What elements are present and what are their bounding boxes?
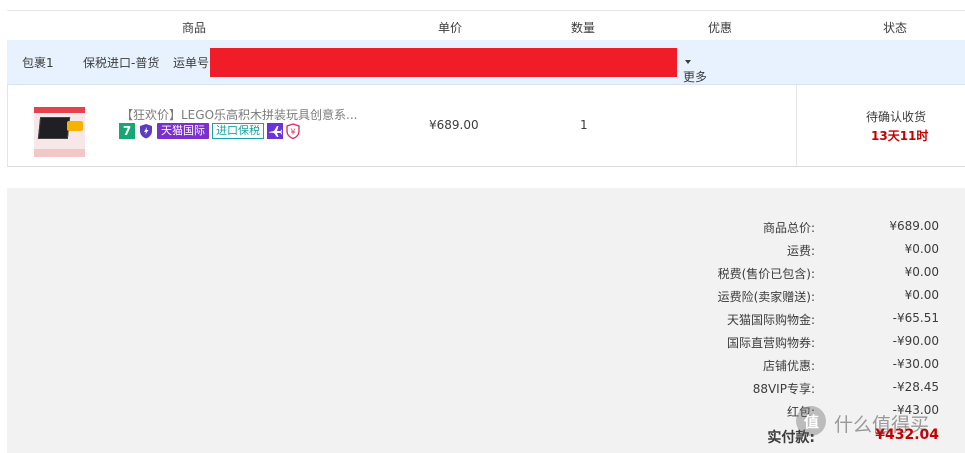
col-status-header: 状态	[882, 21, 908, 35]
yen-shield-icon: ¥	[286, 123, 300, 139]
summary-label: 运费险(卖家赠送):	[717, 290, 815, 304]
summary-row: 店铺优惠: -¥30.00	[7, 357, 965, 377]
site-watermark: 值 什么值得买	[796, 404, 964, 450]
thumbnail-bottom	[34, 149, 85, 157]
col-product-header: 商品	[181, 21, 207, 35]
summary-value: -¥65.51	[892, 311, 939, 325]
shipping-type: 保税进口-普货	[83, 56, 160, 70]
summary-label: 88VIP专享:	[752, 382, 815, 396]
watermark-logo-text: 值	[804, 413, 820, 431]
summary-label: 店铺优惠:	[762, 359, 815, 373]
shield-check-icon	[140, 124, 152, 139]
summary-value: ¥0.00	[904, 242, 939, 256]
watermark-logo-icon: 值	[796, 406, 826, 436]
summary-label: 商品总价:	[762, 221, 815, 235]
summary-row: 商品总价: ¥689.00	[7, 219, 965, 239]
summary-label: 天猫国际购物金:	[726, 313, 815, 327]
tracking-number-redaction	[210, 48, 677, 77]
order-status: 待确认收货	[866, 110, 927, 124]
more-label: 更多	[683, 70, 708, 84]
col-qty-header: 数量	[570, 21, 596, 35]
summary-row: 运费: ¥0.00	[7, 242, 965, 262]
thumbnail-product-box	[37, 117, 71, 139]
thumbnail-tag	[67, 121, 83, 131]
product-title-link[interactable]: 【狂欢价】LEGO乐高积木拼装玩具创意系...	[121, 106, 357, 123]
tmall-global-badge: 天猫国际	[157, 123, 209, 139]
col-price-header: 单价	[437, 21, 463, 35]
summary-label: 运费:	[786, 244, 815, 258]
bonded-import-badge: 进口保税	[212, 123, 264, 139]
unit-price: ¥689.00	[429, 118, 479, 132]
thumbnail-strip	[34, 107, 85, 113]
plane-icon	[267, 123, 283, 139]
seven-day-return-icon: 7	[119, 123, 135, 139]
summary-row: 国际直营购物券: -¥90.00	[7, 334, 965, 354]
summary-label: 税费(售价已包含):	[717, 267, 815, 281]
package-name: 包裹1	[22, 56, 54, 70]
summary-row: 税费(售价已包含): ¥0.00	[7, 265, 965, 285]
summary-value: -¥90.00	[892, 334, 939, 348]
summary-row: 运费险(卖家赠送): ¥0.00	[7, 288, 965, 308]
confirm-countdown: 13天11时	[871, 129, 929, 143]
order-item-row: 【狂欢价】LEGO乐高积木拼装玩具创意系... 7 天猫国际 进口保税 ¥ ¥6…	[7, 85, 965, 167]
more-dropdown[interactable]: 更多	[683, 54, 707, 84]
summary-value: -¥30.00	[892, 357, 939, 371]
summary-row: 天猫国际购物金: -¥65.51	[7, 311, 965, 331]
product-thumbnail[interactable]	[34, 107, 85, 157]
item-quantity: 1	[580, 118, 588, 132]
watermark-text: 什么值得买	[834, 414, 930, 436]
caret-down-icon	[685, 59, 691, 64]
col-discount-header: 优惠	[707, 21, 733, 35]
summary-value: ¥689.00	[889, 219, 939, 233]
tracking-label: 运单号	[173, 56, 210, 70]
svg-text:¥: ¥	[290, 128, 295, 137]
summary-value: -¥28.45	[892, 380, 939, 394]
package-bar: 包裹1 保税进口-普货 运单号 更多	[7, 40, 965, 85]
summary-value: ¥0.00	[904, 265, 939, 279]
status-divider	[796, 85, 797, 166]
summary-label: 国际直营购物券:	[726, 336, 815, 350]
product-badges: 7 天猫国际 进口保税 ¥	[119, 123, 300, 139]
order-table-header: 商品 单价 数量 优惠 状态	[7, 10, 965, 42]
summary-value: ¥0.00	[904, 288, 939, 302]
summary-row: 88VIP专享: -¥28.45	[7, 380, 965, 400]
